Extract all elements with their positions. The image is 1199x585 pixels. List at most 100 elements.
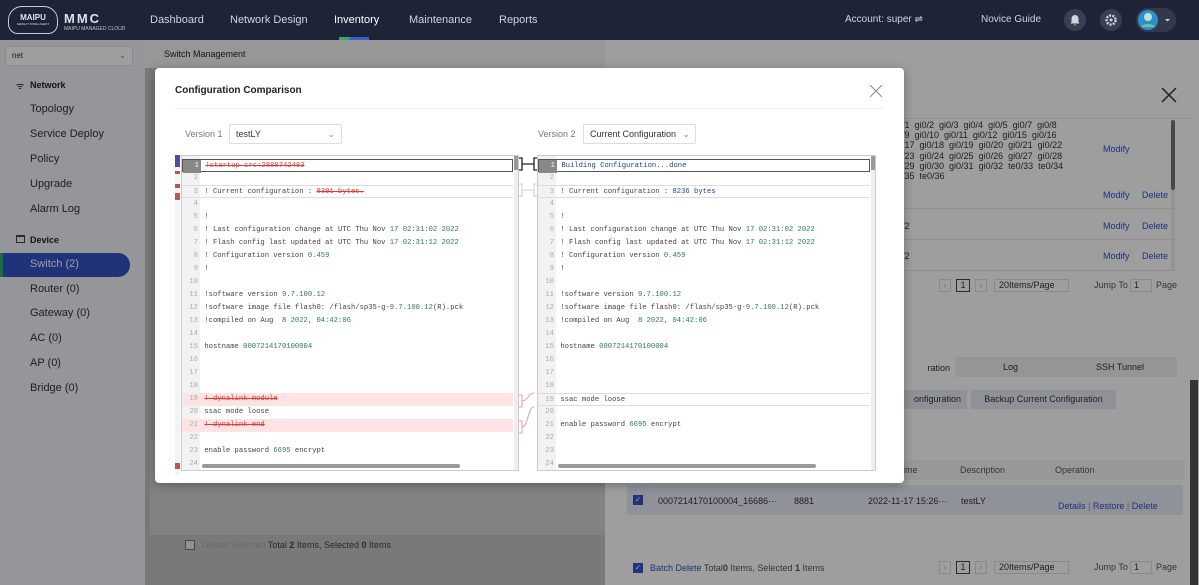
code-line: 22 bbox=[538, 432, 870, 445]
nav-reports[interactable]: Reports bbox=[499, 0, 538, 40]
code-line: 15 hostname 0007214170100004 bbox=[538, 341, 870, 354]
nav-dashboard[interactable]: Dashboard bbox=[150, 0, 204, 40]
version2-label: Version 2 bbox=[538, 129, 576, 139]
code-text: enable password bbox=[204, 447, 274, 455]
code-line: 11 !software version 9.7.100.12 bbox=[182, 289, 513, 302]
code-text: 17 02:31:12 2022 bbox=[389, 239, 459, 247]
code-line: 12 !software image file flash0: /flash/s… bbox=[538, 302, 870, 315]
code-text: 6695 bbox=[273, 447, 291, 455]
code-text: !software image file flash0: /flash/sp35… bbox=[560, 304, 746, 312]
code-text: (R).pck bbox=[432, 304, 464, 312]
code-line: 13 !compiled on Aug 8 2022, 04:42:06 bbox=[182, 315, 513, 328]
code-text: (R).pck bbox=[788, 304, 820, 312]
nav-maintenance[interactable]: Maintenance bbox=[409, 0, 472, 40]
code-line: 6 ! Last configuration change at UTC Thu… bbox=[182, 224, 513, 237]
line-number: 21 bbox=[189, 421, 198, 429]
line-number: 6 bbox=[549, 226, 554, 234]
code-text: ! Configuration version bbox=[560, 252, 664, 260]
diff-connectors bbox=[519, 157, 537, 434]
right-config-editor[interactable]: 1 Building Configuration...done 2 3 ! Cur… bbox=[537, 155, 876, 471]
code-text: ! bbox=[560, 265, 565, 273]
gear-icon[interactable] bbox=[1100, 9, 1122, 31]
line-number: 23 bbox=[545, 447, 554, 455]
line-number: 13 bbox=[545, 317, 554, 325]
code-text: hostname bbox=[560, 343, 600, 351]
code-text: 8391 bytes. bbox=[316, 188, 364, 196]
line-number: 14 bbox=[545, 330, 554, 338]
logo-text: MAIPU bbox=[20, 13, 46, 22]
user-menu[interactable] bbox=[1136, 8, 1176, 32]
line-number: 12 bbox=[189, 304, 198, 312]
code-line: 18 bbox=[182, 380, 513, 393]
code-text: ! dynalink end bbox=[204, 421, 265, 429]
code-line: 21 enable password 6695 encrypt bbox=[538, 419, 870, 432]
code-text: !compiled on Aug bbox=[204, 317, 282, 325]
vertical-scrollbar[interactable] bbox=[871, 156, 875, 470]
code-line: 4 bbox=[182, 198, 513, 211]
code-line: 7 ! Flash config last updated at UTC Thu… bbox=[182, 237, 513, 250]
code-line: 23 bbox=[538, 445, 870, 458]
code-line: 16 bbox=[538, 354, 870, 367]
code-text: enable password bbox=[560, 421, 630, 429]
modal-title: Configuration Comparison bbox=[175, 85, 302, 96]
account-switcher[interactable]: Account: super ⇌ bbox=[845, 0, 923, 40]
code-line: 14 bbox=[538, 328, 870, 341]
code-text: ! bbox=[560, 213, 565, 221]
chevron-down-icon: ⌄ bbox=[682, 129, 690, 139]
code-line: 17 bbox=[538, 367, 870, 380]
code-text: ssac mode loose bbox=[560, 396, 626, 404]
code-text: !software version bbox=[204, 291, 282, 299]
line-number: 7 bbox=[193, 239, 198, 247]
code-text: !startup crc:2880742483 bbox=[205, 162, 305, 170]
close-icon[interactable] bbox=[869, 84, 883, 98]
horizontal-scrollbar[interactable] bbox=[202, 464, 460, 468]
line-number: 18 bbox=[545, 382, 554, 390]
nav-network-design[interactable]: Network Design bbox=[230, 0, 308, 40]
code-line: 11 !software version 9.7.100.12 bbox=[538, 289, 870, 302]
brand-name: MMC bbox=[64, 11, 102, 26]
code-text: 9.7.100.12 bbox=[745, 304, 789, 312]
line-number: 10 bbox=[545, 278, 554, 286]
left-config-editor[interactable]: 1 !startup crc:2880742483 2 3 ! Current c… bbox=[181, 155, 519, 471]
code-text: 9.7.100.12 bbox=[637, 291, 682, 299]
code-line: 19 ssac mode loose bbox=[538, 393, 870, 406]
code-text: Building Configuration...done bbox=[561, 162, 687, 170]
code-line: 9 ! bbox=[538, 263, 870, 276]
maipu-logo[interactable]: MAIPU MAKE IT INTELLIGENT bbox=[8, 6, 58, 34]
code-line: 10 bbox=[538, 276, 870, 289]
line-number: 10 bbox=[189, 278, 198, 286]
code-line: 1 !startup crc:2880742483 bbox=[182, 159, 513, 173]
line-number: 23 bbox=[189, 447, 198, 455]
novice-guide-link[interactable]: Novice Guide bbox=[981, 0, 1041, 40]
code-text: !software image file flash0: /flash/sp35… bbox=[204, 304, 390, 312]
code-text: ! Flash config last updated at UTC Thu N… bbox=[560, 239, 746, 247]
code-text: 0007214170100004 bbox=[243, 343, 313, 351]
code-line: 14 bbox=[182, 328, 513, 341]
code-text: 9.7.100.12 bbox=[389, 304, 433, 312]
code-text: ! Last configuration change at UTC Thu N… bbox=[560, 226, 746, 234]
horizontal-scrollbar[interactable] bbox=[558, 464, 816, 468]
line-number: 5 bbox=[549, 213, 554, 221]
code-text: 0007214170100004 bbox=[599, 343, 669, 351]
line-number: 4 bbox=[549, 200, 554, 208]
nav-inventory[interactable]: Inventory bbox=[334, 0, 379, 40]
version2-select[interactable]: Current Configuration ⌄ bbox=[583, 124, 696, 144]
code-line: 20 bbox=[538, 406, 870, 419]
diff-overview-ruler[interactable] bbox=[175, 155, 180, 475]
code-line: 5 ! bbox=[182, 211, 513, 224]
code-line: 23 enable password 6695 encrypt bbox=[182, 445, 513, 458]
code-line: 2 bbox=[182, 172, 513, 185]
code-text: ! bbox=[204, 265, 209, 273]
line-number: 13 bbox=[189, 317, 198, 325]
chevron-down-icon: ⌄ bbox=[327, 129, 335, 139]
line-number: 9 bbox=[193, 265, 198, 273]
code-line: 9 ! bbox=[182, 263, 513, 276]
code-line: 8 ! Configuration version 0.459 bbox=[538, 250, 870, 263]
line-number: 5 bbox=[193, 213, 198, 221]
version1-select[interactable]: testLY ⌄ bbox=[229, 124, 342, 144]
line-number: 11 bbox=[189, 291, 198, 299]
bell-icon[interactable] bbox=[1064, 9, 1086, 31]
code-text: 6695 bbox=[629, 421, 647, 429]
line-number: 2 bbox=[549, 174, 554, 182]
brand-subtitle: MAIPU MANAGED CLOUD bbox=[64, 26, 126, 32]
